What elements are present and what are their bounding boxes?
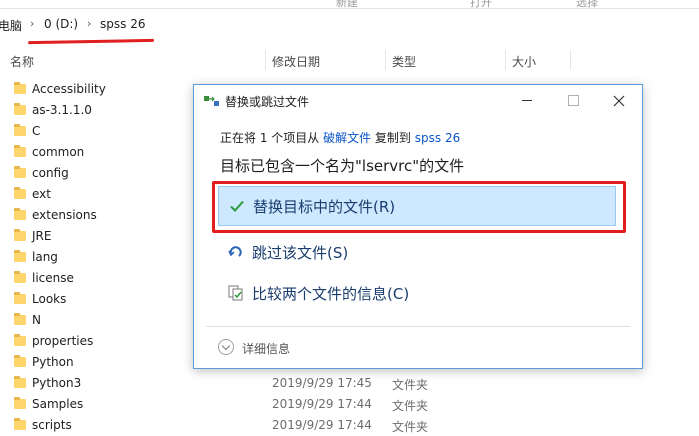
- dest-folder-link[interactable]: spss 26: [415, 131, 460, 145]
- file-modified: 2019/9/29 17:44: [272, 418, 372, 432]
- dialog-divider: [206, 326, 630, 327]
- folder-icon: [14, 103, 26, 115]
- folder-icon: [14, 145, 26, 157]
- folder-icon: [14, 271, 26, 283]
- compare-files-option[interactable]: 比较两个文件的信息(C): [218, 274, 614, 312]
- copy-arrows-icon: [204, 96, 219, 106]
- minimize-icon: [522, 100, 532, 101]
- maximize-icon: [568, 95, 579, 106]
- breadcrumb-chevron-icon[interactable]: ›: [30, 17, 34, 30]
- breadcrumb-root[interactable]: 电脑: [0, 17, 22, 34]
- file-name: ext: [32, 187, 51, 201]
- address-bar[interactable]: 电脑 › 0 (D:) › spss 26: [0, 10, 699, 38]
- close-icon: [613, 95, 625, 107]
- conflict-message: 目标已包含一个名为"lservrc"的文件: [220, 157, 465, 175]
- file-modified: 2019/9/29 17:45: [272, 376, 372, 390]
- breadcrumb-chevron-icon[interactable]: ›: [87, 17, 91, 30]
- compare-files-icon: [228, 285, 243, 301]
- copy-source-line: 正在将 1 个项目从 破解文件 复制到 spss 26: [220, 129, 460, 146]
- skip-file-option[interactable]: 跳过该文件(S): [218, 233, 614, 271]
- file-row[interactable]: scripts 2019/9/29 17:44 文件夹: [0, 415, 699, 436]
- compare-files-label: 比较两个文件的信息(C): [252, 285, 410, 303]
- copy-prefix-text: 正在将 1 个项目从: [220, 131, 324, 145]
- file-name: license: [32, 271, 74, 285]
- column-size[interactable]: 大小: [512, 53, 536, 70]
- skip-arrow-icon: [228, 246, 242, 257]
- column-divider[interactable]: [385, 50, 386, 70]
- file-name: Accessibility: [32, 82, 106, 96]
- minimize-button[interactable]: [504, 85, 550, 116]
- file-name: Python3: [32, 376, 82, 390]
- folder-icon: [14, 292, 26, 304]
- file-row[interactable]: Samples 2019/9/29 17:44 文件夹: [0, 394, 699, 415]
- maximize-button[interactable]: [550, 85, 596, 116]
- folder-icon: [14, 187, 26, 199]
- breadcrumb-drive[interactable]: 0 (D:): [44, 17, 78, 31]
- file-type: 文件夹: [392, 378, 429, 392]
- file-name: JRE: [32, 229, 52, 243]
- folder-icon: [14, 229, 26, 241]
- file-row[interactable]: Python3 2019/9/29 17:45 文件夹: [0, 373, 699, 394]
- folder-icon: [14, 313, 26, 325]
- breadcrumb-folder[interactable]: spss 26: [100, 17, 145, 31]
- column-divider[interactable]: [505, 50, 506, 70]
- folder-icon: [14, 397, 26, 409]
- column-name[interactable]: 名称: [10, 53, 34, 70]
- column-divider[interactable]: [570, 50, 571, 70]
- replace-or-skip-dialog: 替换或跳过文件 正在将 1 个项目从 破解文件 复制到 spss 26 目标已包…: [193, 84, 643, 369]
- file-name: N: [32, 313, 41, 327]
- dialog-titlebar[interactable]: 替换或跳过文件: [194, 85, 642, 116]
- folder-icon: [14, 166, 26, 178]
- annotation-box: [212, 181, 626, 233]
- column-header: 名称 修改日期 类型 大小: [0, 46, 699, 72]
- file-name: Looks: [32, 292, 67, 306]
- file-name: as-3.1.1.0: [32, 103, 92, 117]
- more-details-label: 详细信息: [242, 342, 291, 356]
- file-type: 文件夹: [392, 399, 429, 413]
- file-name: config: [32, 166, 69, 180]
- file-name: properties: [32, 334, 94, 348]
- annotation-underline: [27, 38, 155, 45]
- folder-icon: [14, 250, 26, 262]
- file-name: lang: [32, 250, 58, 264]
- folder-icon: [14, 334, 26, 346]
- folder-icon: [14, 208, 26, 220]
- file-name: extensions: [32, 208, 97, 222]
- copy-middle-text: 复制到: [371, 131, 415, 145]
- folder-icon: [14, 376, 26, 388]
- ribbon-open[interactable]: 打开: [470, 0, 492, 10]
- file-name: scripts: [32, 418, 72, 432]
- source-folder-link[interactable]: 破解文件: [323, 131, 371, 145]
- file-name: common: [32, 145, 85, 159]
- column-type[interactable]: 类型: [392, 53, 416, 70]
- ribbon-select[interactable]: 选择: [576, 0, 598, 10]
- skip-file-label: 跳过该文件(S): [252, 244, 349, 262]
- folder-icon: [14, 82, 26, 94]
- folder-icon: [14, 418, 26, 430]
- dialog-title: 替换或跳过文件: [225, 95, 310, 109]
- file-modified: 2019/9/29 17:44: [272, 397, 372, 411]
- folder-icon: [14, 355, 26, 367]
- ribbon-new[interactable]: 新建: [336, 0, 358, 10]
- chevron-down-icon: [218, 339, 234, 355]
- close-button[interactable]: [596, 85, 642, 116]
- column-divider[interactable]: [265, 50, 266, 70]
- file-type: 文件夹: [392, 420, 429, 434]
- file-name: Python: [32, 355, 74, 369]
- file-name: C: [32, 124, 41, 138]
- folder-icon: [14, 124, 26, 136]
- column-modified[interactable]: 修改日期: [272, 53, 320, 70]
- ribbon-strip: 新建 打开 选择: [0, 0, 699, 9]
- file-name: Samples: [32, 397, 84, 411]
